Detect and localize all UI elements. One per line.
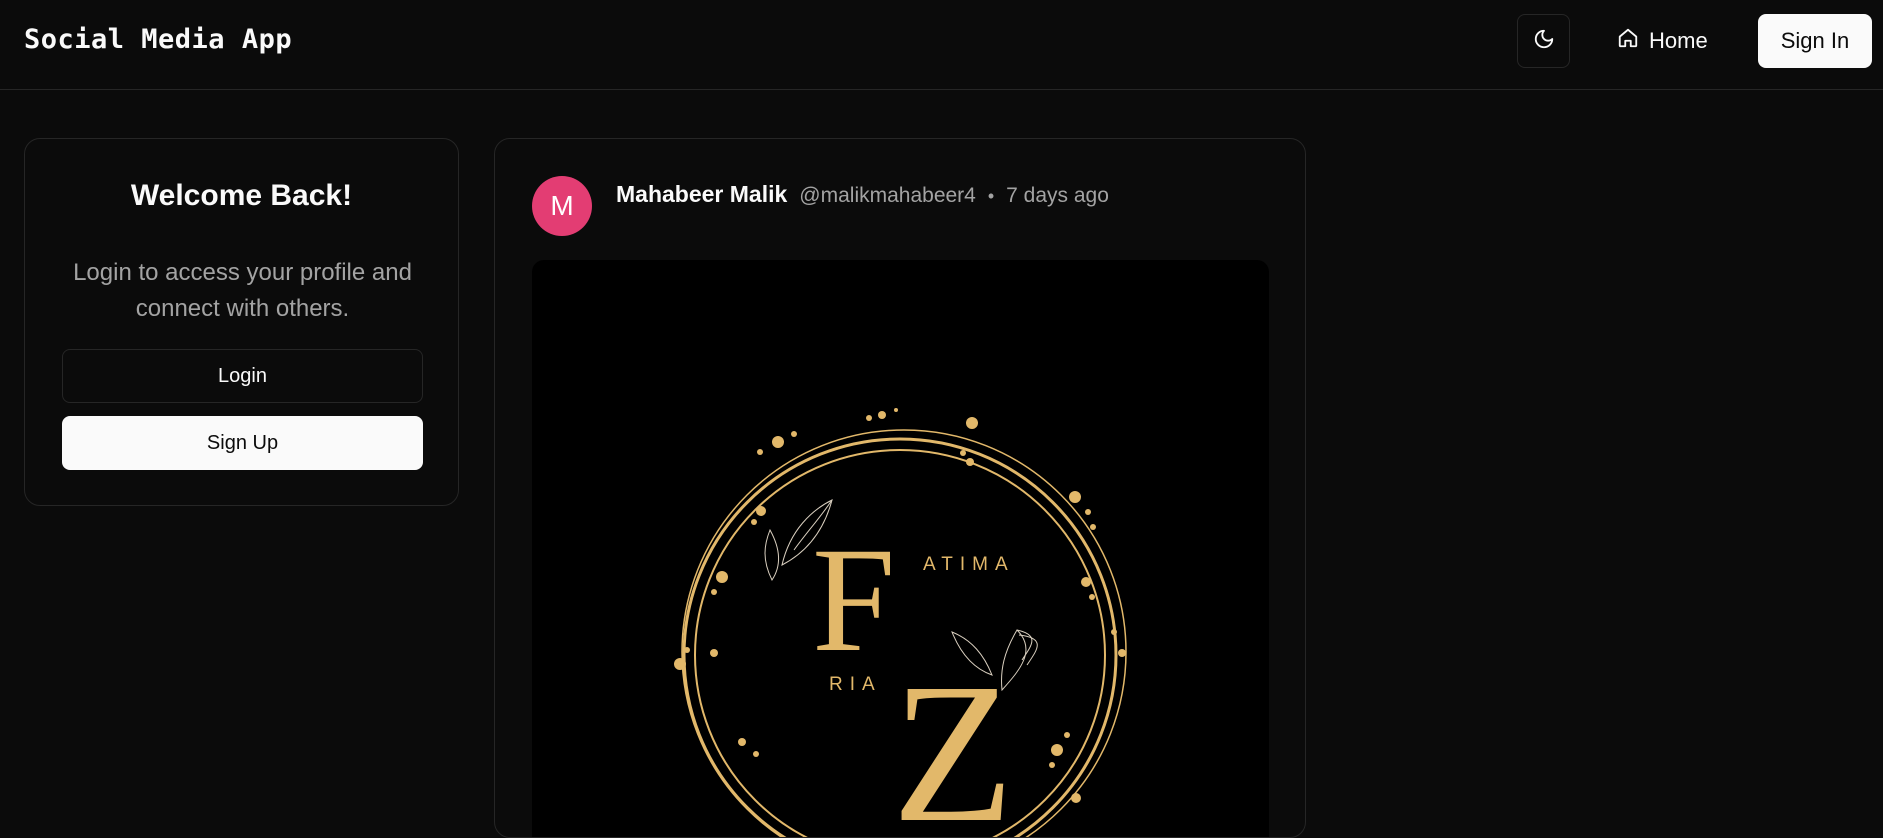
post-timestamp: 7 days ago bbox=[1006, 184, 1109, 207]
theme-toggle-button[interactable] bbox=[1517, 14, 1570, 68]
moon-icon bbox=[1533, 28, 1555, 55]
logo-graphic: F Z ATIMA RIA bbox=[674, 408, 1127, 837]
sign-up-button[interactable]: Sign Up bbox=[62, 416, 423, 470]
welcome-title: Welcome Back! bbox=[130, 179, 353, 212]
app-title[interactable]: Social Media App bbox=[24, 24, 292, 55]
home-nav-link[interactable]: Home bbox=[1603, 14, 1733, 68]
author-name[interactable]: Mahabeer Malik bbox=[616, 181, 787, 208]
meta-separator: • bbox=[987, 186, 995, 206]
home-icon bbox=[1617, 27, 1639, 55]
logo-text-bottom: RIA bbox=[829, 674, 882, 695]
top-nav-bar: Social Media App Home Sign In bbox=[0, 0, 1883, 90]
sign-in-button[interactable]: Sign In bbox=[1758, 14, 1872, 68]
post-meta: Mahabeer Malik @malikmahabeer4 • 7 days … bbox=[616, 181, 1109, 211]
home-label: Home bbox=[1649, 28, 1708, 53]
login-button[interactable]: Login bbox=[62, 349, 423, 403]
logo-letter-f: F bbox=[812, 517, 895, 683]
post-card: M Mahabeer Malik @malikmahabeer4 • 7 day… bbox=[494, 138, 1306, 838]
welcome-card: Welcome Back! Login to access your profi… bbox=[24, 138, 459, 506]
author-handle[interactable]: @malikmahabeer4 bbox=[799, 184, 976, 208]
welcome-description: Login to access your profile and connect… bbox=[73, 259, 412, 322]
logo-text-top: ATIMA bbox=[923, 554, 1015, 575]
post-image[interactable]: F Z ATIMA RIA bbox=[532, 260, 1269, 837]
avatar[interactable]: M bbox=[532, 176, 592, 236]
